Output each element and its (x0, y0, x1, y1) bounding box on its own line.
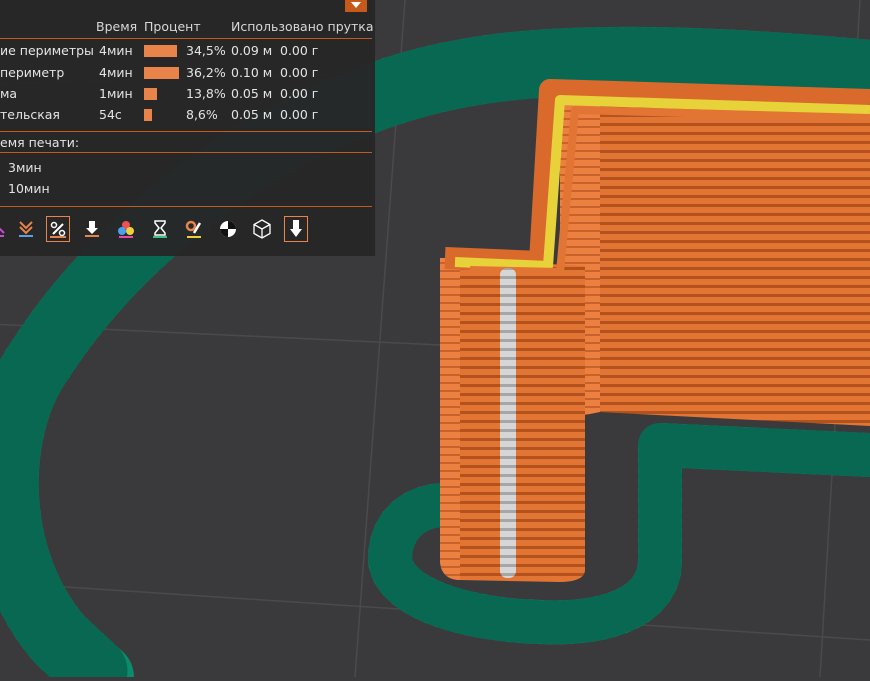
print-time-value: 3мин (8, 160, 42, 175)
feature-weight: 0.00 г (280, 65, 319, 80)
custom-gcode-icon[interactable] (182, 216, 206, 242)
feature-length: 0.09 м (231, 43, 273, 58)
feature-length: 0.05 м (231, 86, 273, 101)
feature-percent: 8,6% (186, 107, 218, 122)
print-time-value: 10мин (8, 181, 50, 196)
column-filament: Использовано прутка (231, 19, 374, 34)
travel-icon[interactable] (0, 216, 10, 242)
shells-icon[interactable] (250, 216, 274, 242)
toolbar-divider (0, 206, 372, 207)
print-time-label: емя печати: (0, 135, 80, 150)
percent-bar (144, 109, 152, 121)
feature-time: 54с (99, 107, 122, 122)
center-of-gravity-icon[interactable] (216, 216, 240, 242)
percent-bar (144, 67, 179, 79)
layer-arrows-icon[interactable] (14, 216, 38, 242)
tool-marker-icon[interactable] (284, 216, 308, 242)
view-type-dropdown-button[interactable] (345, 0, 367, 12)
feature-name: ма (0, 86, 18, 101)
percent-bar (144, 88, 157, 100)
feature-length: 0.10 м (231, 65, 273, 80)
feature-name: тельская (0, 107, 60, 122)
pause-icon[interactable] (148, 216, 172, 242)
feature-weight: 0.00 г (280, 43, 319, 58)
feature-time: 4мин (99, 65, 133, 80)
print-time-divider (0, 152, 372, 153)
column-percent: Процент (144, 19, 201, 34)
percent-bar (144, 45, 177, 57)
legend-divider (0, 131, 372, 132)
feature-time: 1мин (99, 86, 133, 101)
feature-time: 4мин (99, 43, 133, 58)
feature-length: 0.05 м (231, 107, 273, 122)
seams-icon[interactable] (46, 216, 70, 242)
color-change-icon[interactable] (114, 216, 138, 242)
feature-weight: 0.00 г (280, 86, 319, 101)
tool-change-icon[interactable] (80, 216, 104, 242)
seam-line (500, 268, 516, 578)
feature-name: ие периметры (0, 43, 94, 58)
column-time: Время (96, 19, 138, 34)
feature-weight: 0.00 г (280, 107, 319, 122)
feature-percent: 36,2% (186, 65, 226, 80)
feature-percent: 34,5% (186, 43, 226, 58)
legend-header-divider (0, 38, 372, 39)
feature-percent: 13,8% (186, 86, 226, 101)
legend-panel: Время Процент Использовано прутка ие пер… (0, 0, 375, 256)
feature-name: периметр (0, 65, 65, 80)
